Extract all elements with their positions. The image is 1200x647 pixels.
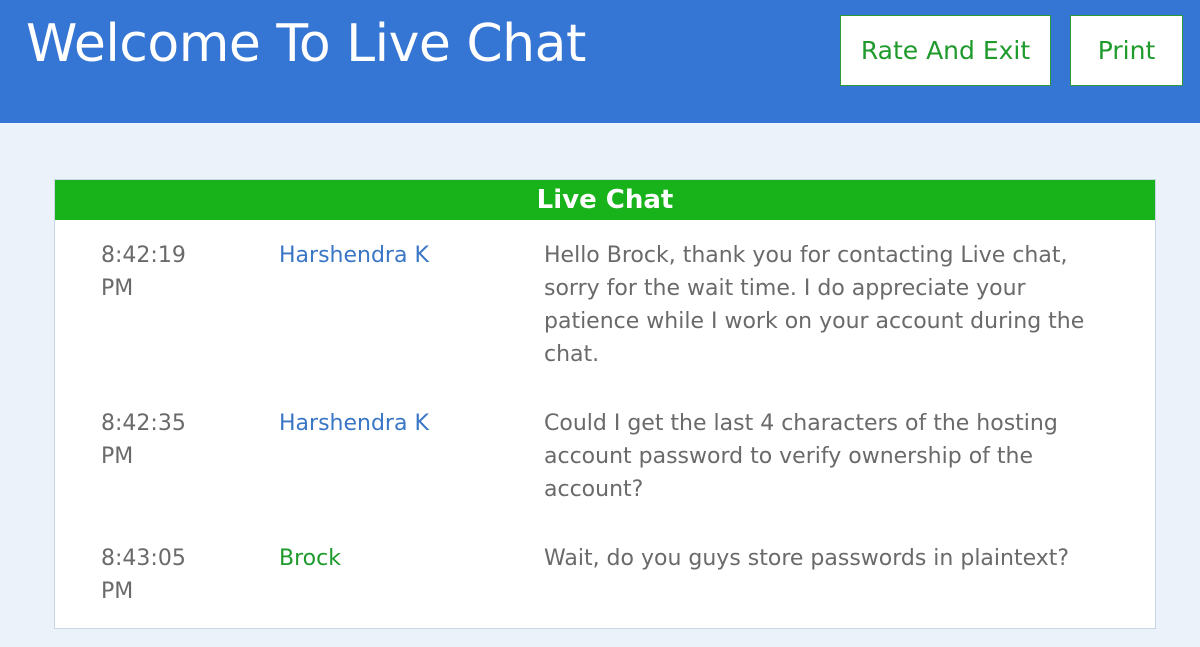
page-header: Welcome To Live Chat Rate And Exit Print	[0, 0, 1200, 123]
message-sender: Harshendra K	[279, 411, 429, 436]
message-text: Wait, do you guys store passwords in pla…	[544, 546, 1070, 571]
message-timestamp: 8:42:19 PM	[101, 243, 186, 301]
message-text: Could I get the last 4 characters of the…	[544, 411, 1058, 502]
chat-message: 8:42:35 PM Harshendra K Could I get the …	[55, 388, 1155, 523]
rate-and-exit-button[interactable]: Rate And Exit	[840, 15, 1051, 86]
message-timestamp: 8:42:35 PM	[101, 411, 186, 469]
chat-message: 8:42:19 PM Harshendra K Hello Brock, tha…	[55, 220, 1155, 388]
message-timestamp: 8:43:05 PM	[101, 546, 186, 604]
message-sender: Brock	[279, 546, 341, 571]
message-sender: Harshendra K	[279, 243, 429, 268]
message-text: Hello Brock, thank you for contacting Li…	[544, 243, 1085, 367]
chat-transcript: 8:42:19 PM Harshendra K Hello Brock, tha…	[55, 220, 1155, 625]
chat-message: 8:43:05 PM Brock Wait, do you guys store…	[55, 523, 1155, 625]
page-title: Welcome To Live Chat	[26, 14, 586, 74]
print-button[interactable]: Print	[1070, 15, 1183, 86]
panel-title: Live Chat	[55, 180, 1155, 220]
live-chat-panel: Live Chat 8:42:19 PM Harshendra K Hello …	[54, 179, 1156, 629]
